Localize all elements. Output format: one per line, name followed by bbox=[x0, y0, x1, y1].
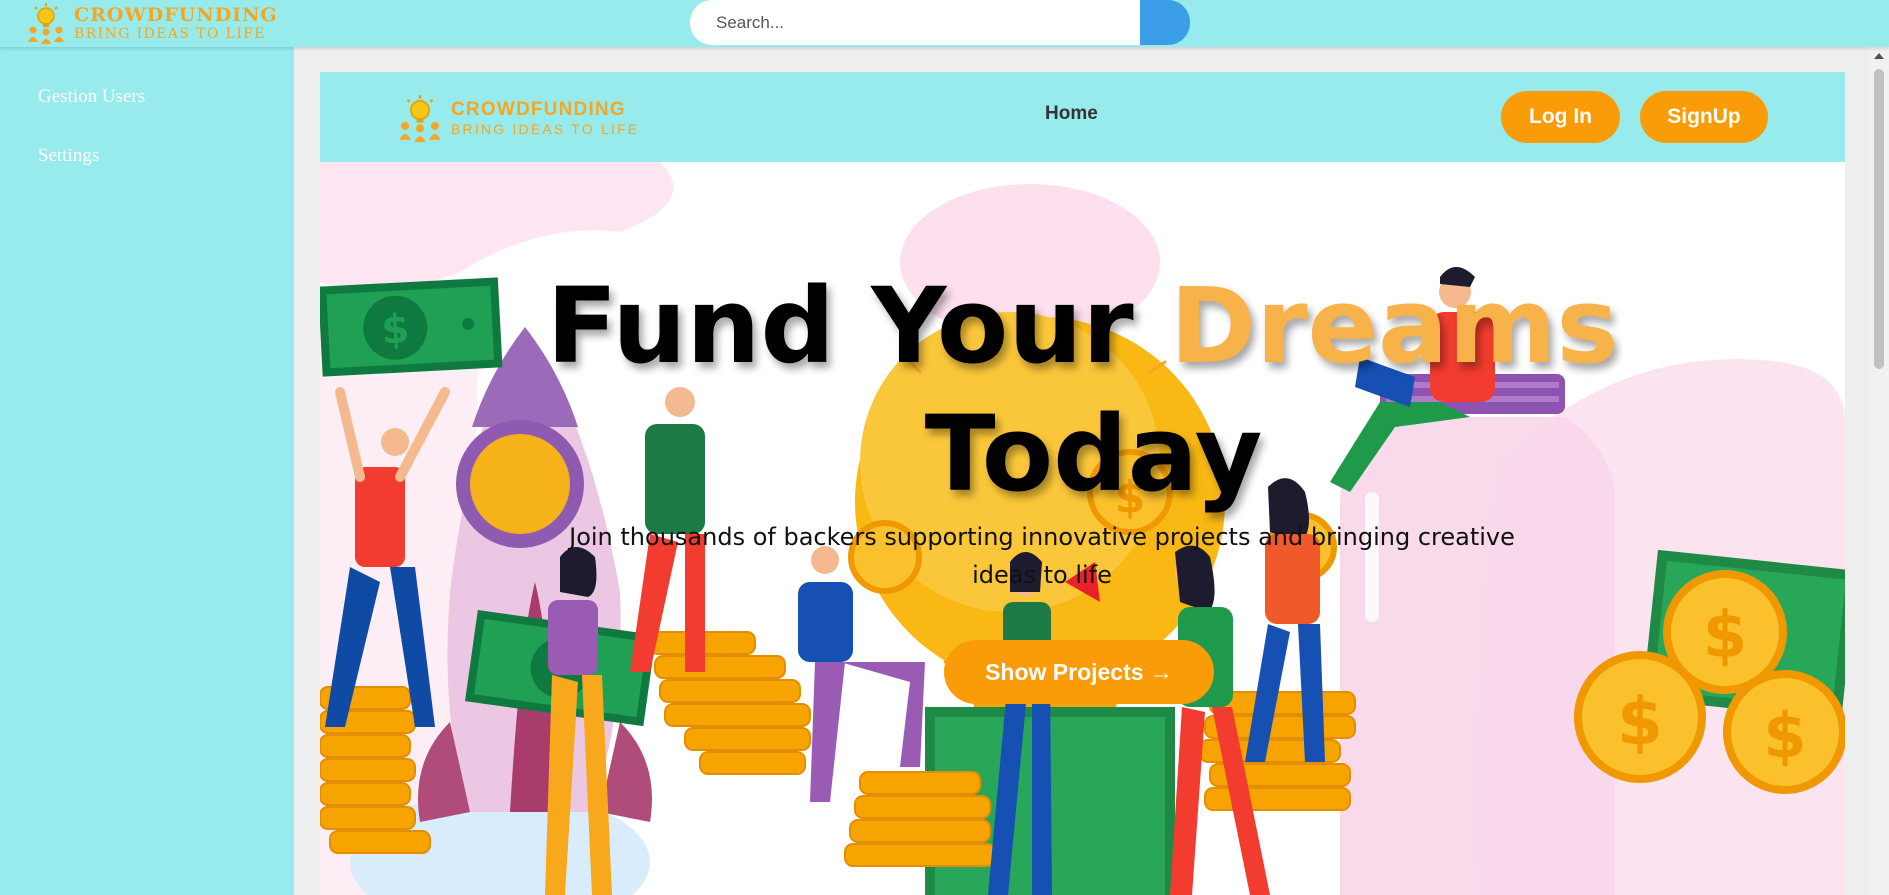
top-brand-tagline: BRING IDEAS TO LIFE bbox=[74, 25, 266, 42]
embedded-page: CROWDFUNDING BRING IDEAS TO LIFE Home Lo… bbox=[320, 72, 1845, 895]
top-brand-title: CROWDFUNDING bbox=[74, 3, 278, 26]
vertical-scrollbar[interactable] bbox=[1869, 47, 1889, 895]
top-bar: CROWDFUNDING BRING IDEAS TO LIFE bbox=[0, 0, 1889, 47]
hero-subtitle: Join thousands of backers supporting inn… bbox=[569, 523, 1515, 589]
show-projects-button[interactable]: Show Projects → bbox=[944, 640, 1214, 704]
hero-title-part2: Today bbox=[924, 393, 1263, 515]
nav-link-home[interactable]: Home bbox=[1045, 103, 1098, 125]
lightbulb-people-logo-icon bbox=[28, 3, 64, 44]
top-brand-logo[interactable]: CROWDFUNDING BRING IDEAS TO LIFE bbox=[26, 2, 278, 44]
hero-section: $ $ $ $ $ Fund Your Dreams Today Join th… bbox=[320, 162, 1845, 895]
nav-brand-title: CROWDFUNDING bbox=[451, 99, 626, 120]
search-button[interactable] bbox=[1140, 0, 1190, 45]
page-navbar: CROWDFUNDING BRING IDEAS TO LIFE Home Lo… bbox=[320, 72, 1845, 162]
hero-title-part1: Fund Your bbox=[546, 265, 1170, 387]
signup-button[interactable]: SignUp bbox=[1640, 91, 1768, 143]
hero-title: Fund Your Dreams Today bbox=[320, 262, 1845, 518]
nav-brand-tagline: BRING IDEAS TO LIFE bbox=[451, 121, 640, 137]
nav-brand-logo[interactable]: CROWDFUNDING BRING IDEAS TO LIFE bbox=[397, 94, 639, 142]
lightbulb-people-logo-icon bbox=[399, 95, 441, 142]
sidebar: Gestion Users Settings bbox=[0, 47, 294, 895]
scrollbar-thumb[interactable] bbox=[1874, 69, 1884, 369]
svg-text:$: $ bbox=[1763, 699, 1806, 772]
login-button[interactable]: Log In bbox=[1501, 91, 1620, 143]
search-bar bbox=[690, 0, 1190, 45]
sidebar-item-gestion-users[interactable]: Gestion Users bbox=[38, 86, 145, 108]
scroll-up-arrow-icon[interactable] bbox=[1874, 53, 1884, 59]
svg-text:$: $ bbox=[1703, 599, 1748, 673]
svg-text:$: $ bbox=[1617, 683, 1663, 760]
sidebar-item-settings[interactable]: Settings bbox=[38, 145, 99, 167]
search-input[interactable] bbox=[690, 0, 1140, 45]
hero-title-highlight: Dreams bbox=[1169, 265, 1619, 387]
